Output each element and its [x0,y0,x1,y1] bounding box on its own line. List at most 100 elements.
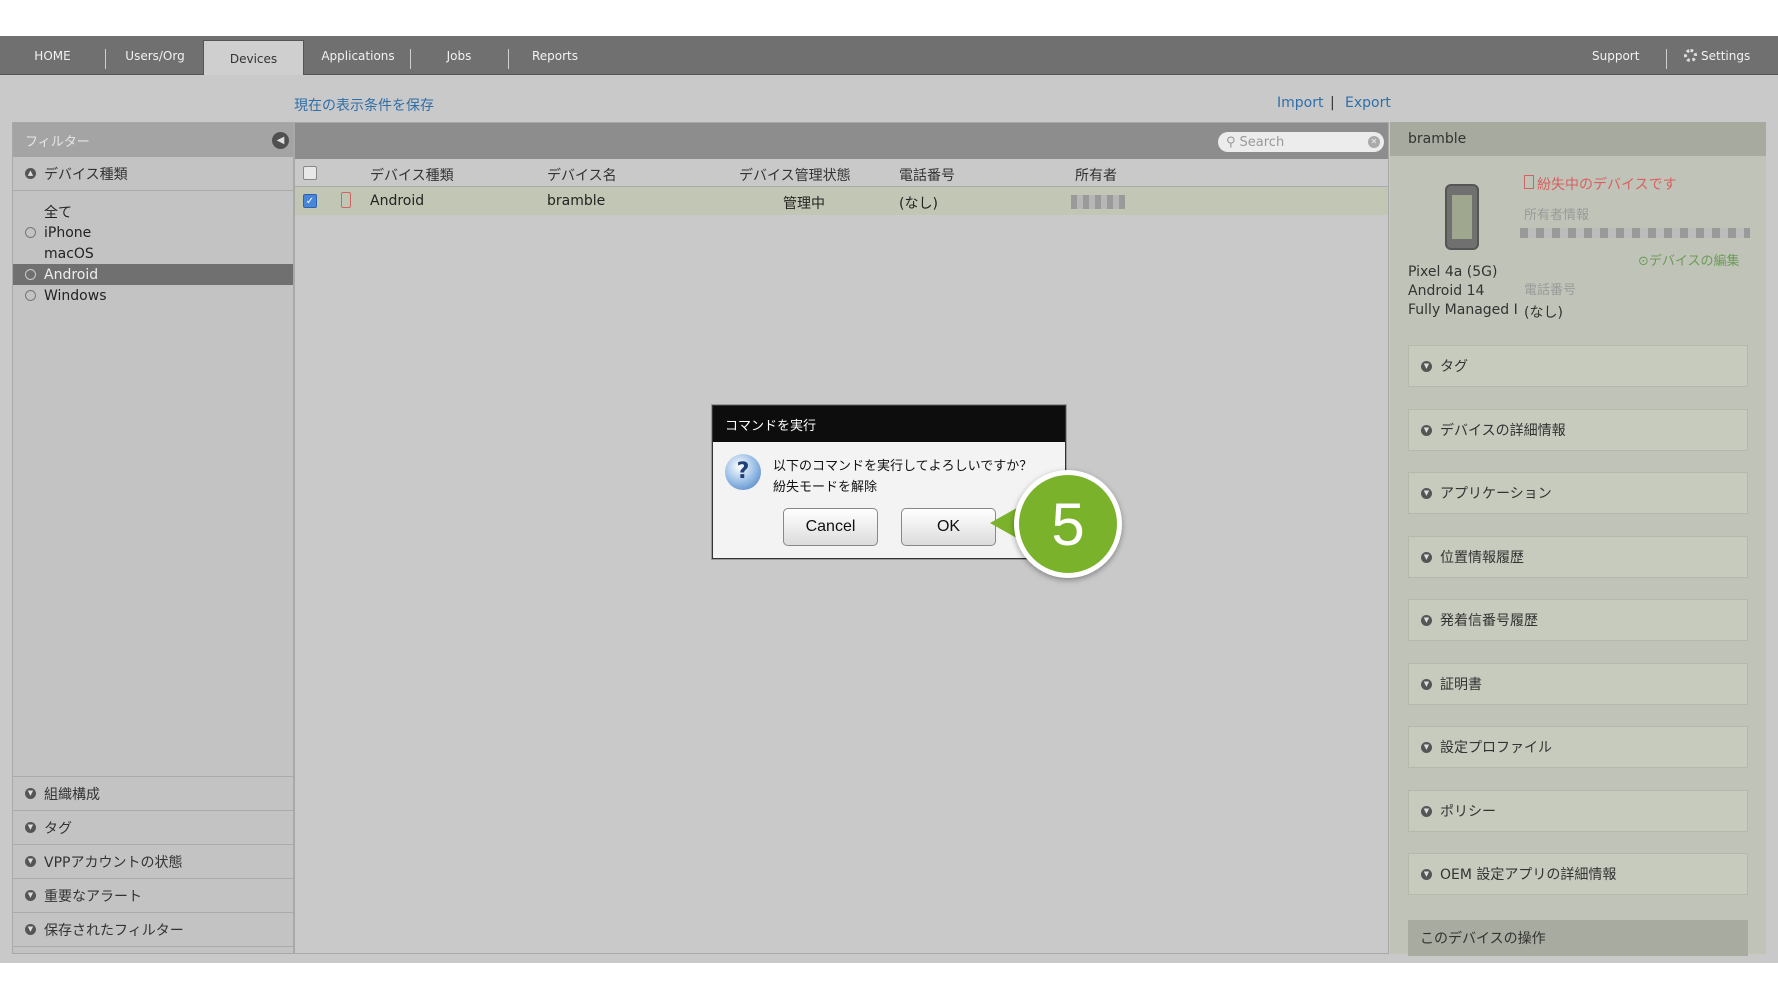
detail-section-calls[interactable]: ▼ 発着信番号履歴 [1408,599,1748,641]
link-separator: | [1330,95,1335,111]
detail-section-location[interactable]: ▼ 位置情報履歴 [1408,536,1748,578]
chevron-down-icon: ▼ [25,924,36,935]
row-checkbox[interactable]: ✓ [303,194,317,208]
save-filter-link[interactable]: 現在の表示条件を保存 [294,95,434,115]
device-detail-panel: bramble 紛失中のデバイスです 所有者情報 ⊙デバイスの編集 Pixel … [1390,122,1766,956]
edit-device-label: デバイスの編集 [1648,254,1740,269]
owner-label: 所有者情報 [1524,208,1590,223]
search-input[interactable]: ⚲ Search ✕ [1218,132,1384,152]
tab-devices[interactable]: Devices [203,40,304,76]
section-org[interactable]: ▼ 組織構成 [13,777,295,811]
phone-value: (なし) [1524,305,1563,321]
detail-section-profiles[interactable]: ▼ 設定プロファイル [1408,726,1748,768]
filter-macos[interactable]: macOS [13,243,293,264]
top-margin [0,0,1778,36]
filter-sidebar: フィルター ◀ ▲ デバイス種類 全て iPhone macOS Android… [12,122,295,954]
lost-alert: 紛失中のデバイスです [1524,174,1677,194]
chevron-down-icon: ▼ [25,822,36,833]
filter-android-label: Android [44,266,99,283]
tab-home[interactable]: HOME [0,36,106,75]
ok-button[interactable]: OK [901,508,996,546]
select-all-checkbox[interactable] [303,166,317,180]
col-phone[interactable]: 電話番号 [899,165,955,185]
table-toolbar: ⚲ Search ✕ [295,123,1388,159]
tab-jobs[interactable]: Jobs [410,36,509,75]
nav-divider [1666,49,1667,69]
filter-iphone-label: iPhone [44,224,92,241]
bottom-margin [0,963,1778,1000]
section-org-label: 組織構成 [44,786,100,803]
detail-section-tag[interactable]: ▼ タグ [1408,345,1748,387]
search-placeholder: Search [1239,134,1285,150]
col-device-type[interactable]: デバイス種類 [370,165,454,185]
section-tag-label: タグ [44,820,72,837]
device-actions-header[interactable]: このデバイスの操作 [1408,920,1748,956]
support-link[interactable]: Support [1592,36,1639,75]
detail-section-certs[interactable]: ▼ 証明書 [1408,663,1748,705]
detail-section-apps[interactable]: ▼ アプリケーション [1408,472,1748,514]
edit-device-link[interactable]: ⊙デバイスの編集 [1638,250,1740,269]
filter-header: フィルター ◀ [13,123,293,157]
settings-label: Settings [1701,48,1751,63]
settings-link[interactable]: Settings [1684,36,1750,75]
chevron-down-icon: ▼ [1421,678,1432,690]
device-os: Android 14 [1408,283,1485,299]
detail-section-label: 設定プロファイル [1440,740,1552,756]
detail-title: bramble [1390,122,1766,156]
chevron-down-icon: ▼ [1421,741,1432,753]
filter-android[interactable]: Android [13,264,293,285]
collapse-icon[interactable]: ◀ [272,132,289,149]
cell-device-name: bramble [547,193,606,209]
phone-label: 電話番号 [1524,283,1577,298]
cell-phone: (なし) [899,196,938,212]
chevron-down-icon: ▼ [1421,487,1432,499]
chevron-down-icon: ▼ [1421,551,1432,563]
chevron-down-icon: ▼ [1421,805,1432,817]
col-management-state[interactable]: デバイス管理状態 [739,165,851,185]
lost-device-icon [341,192,351,208]
detail-section-label: 発着信番号履歴 [1440,613,1538,629]
detail-section-oem[interactable]: ▼ OEM 設定アプリの詳細情報 [1408,853,1748,895]
tab-reports[interactable]: Reports [508,36,602,75]
chevron-down-icon: ▼ [1421,614,1432,626]
chevron-down-icon: ▼ [1421,868,1432,880]
tab-users-org[interactable]: Users/Org [105,36,206,75]
detail-section-policy[interactable]: ▼ ポリシー [1408,790,1748,832]
section-saved-label: 保存されたフィルター [44,922,184,939]
device-type-section[interactable]: ▲ デバイス種類 [13,157,293,191]
chevron-down-icon: ▼ [25,788,36,799]
chevron-down-icon: ▼ [25,890,36,901]
section-tag[interactable]: ▼ タグ [13,811,295,845]
expand-icon [25,290,36,301]
device-mode: Fully Managed I [1408,302,1518,318]
section-alerts[interactable]: ▼ 重要なアラート [13,879,295,913]
detail-section-label: OEM 設定アプリの詳細情報 [1440,867,1617,883]
dialog-message: 以下のコマンドを実行してよろしいですか？ [773,459,1033,474]
phone-icon [1445,184,1479,250]
chevron-down-icon: ▼ [25,856,36,867]
tab-applications[interactable]: Applications [306,36,411,75]
filter-title: フィルター [25,134,90,150]
table-row[interactable]: ✓ Android bramble 管理中 (なし) [295,187,1388,215]
top-nav: HOME Users/Org Devices Applications Jobs… [0,36,1778,76]
chevron-down-icon: ▼ [1421,360,1432,372]
filter-windows[interactable]: Windows [13,285,293,306]
owner-redacted [1071,195,1125,209]
col-owner[interactable]: 所有者 [1075,165,1117,185]
step-callout: 5 [1014,470,1122,578]
question-icon: ? [725,454,761,490]
export-link[interactable]: Export [1345,95,1391,111]
import-link[interactable]: Import [1277,95,1323,111]
col-device-name[interactable]: デバイス名 [547,165,617,185]
section-vpp[interactable]: ▼ VPPアカウントの状態 [13,845,295,879]
filter-iphone[interactable]: iPhone [13,222,293,243]
cancel-button[interactable]: Cancel [783,508,878,546]
expand-icon [25,227,36,238]
clear-icon[interactable]: ✕ [1368,136,1380,148]
search-icon: ⚲ [1226,134,1236,150]
detail-section-info[interactable]: ▼ デバイスの詳細情報 [1408,409,1748,451]
filter-windows-label: Windows [44,287,107,304]
owner-redacted [1520,228,1750,238]
filter-all[interactable]: 全て [13,201,293,222]
section-saved-filters[interactable]: ▼ 保存されたフィルター [13,913,295,947]
